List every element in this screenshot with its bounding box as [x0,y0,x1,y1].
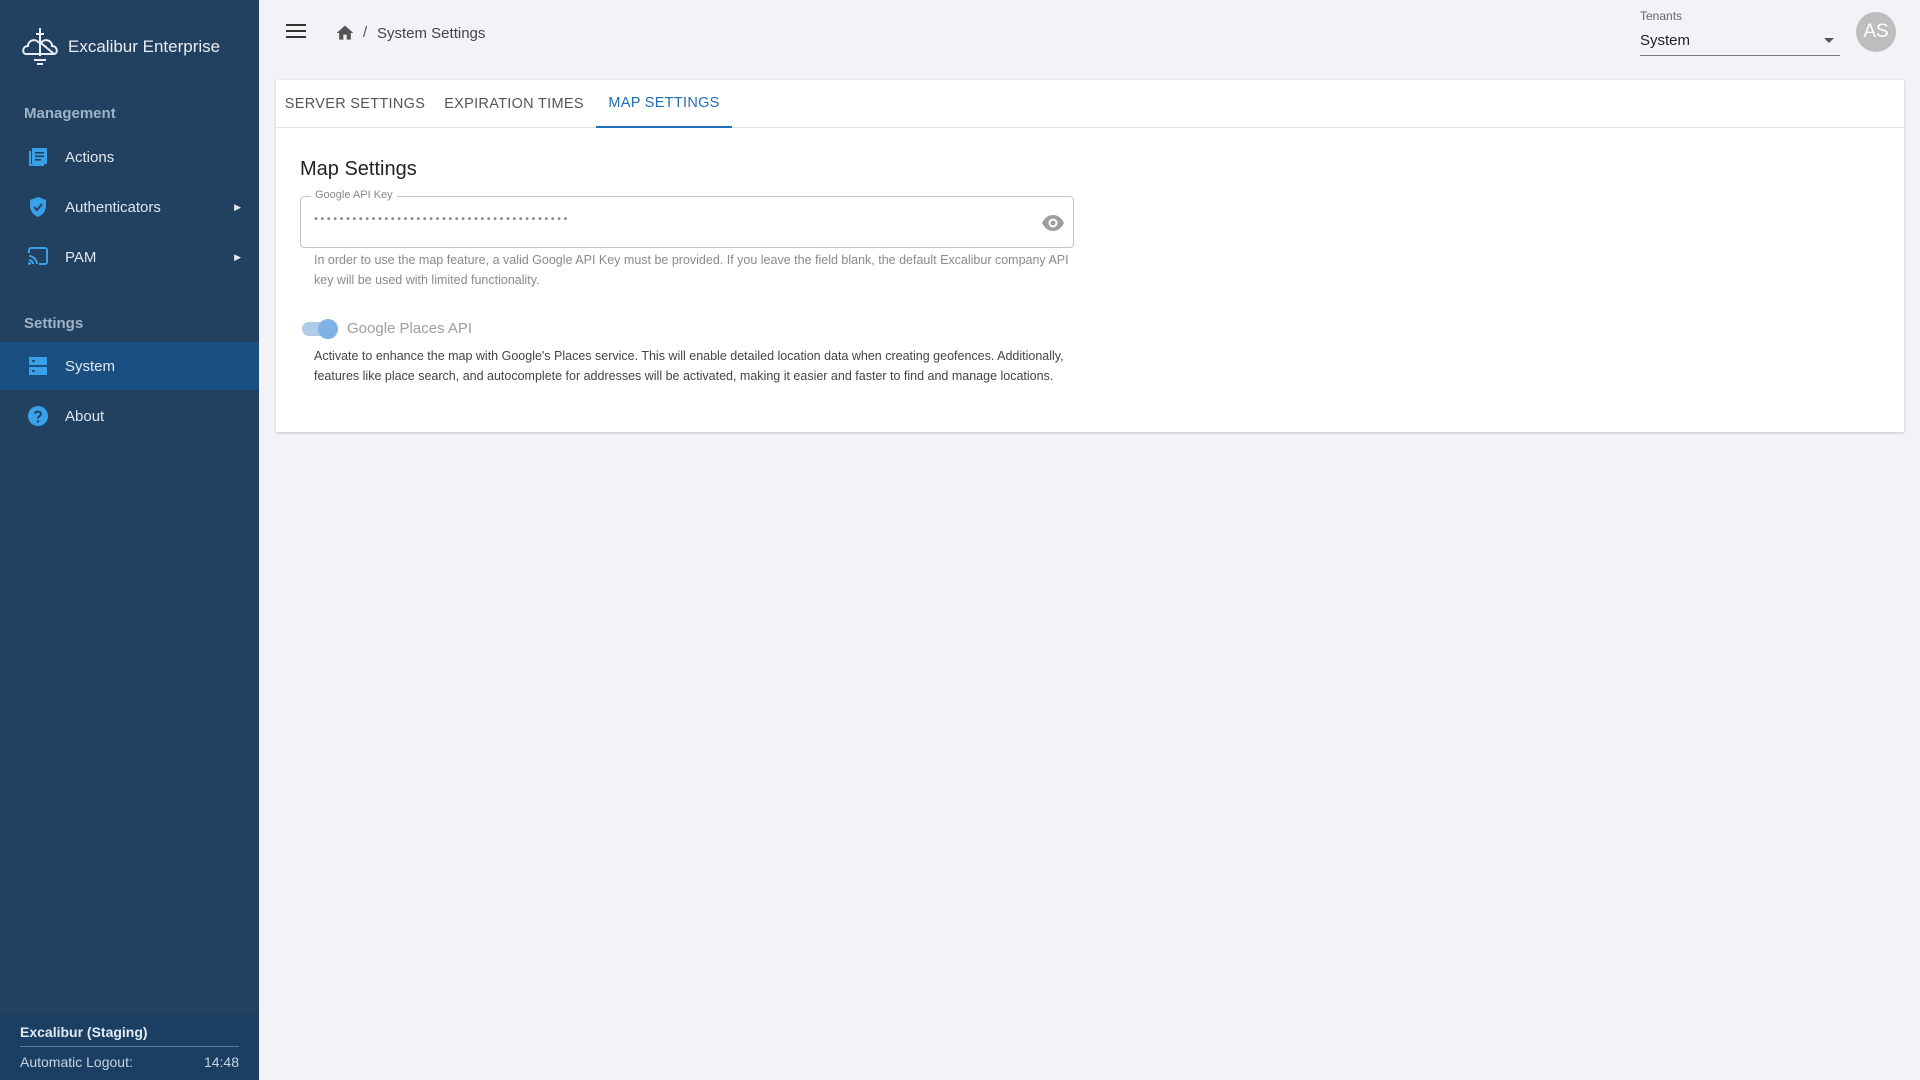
eye-icon[interactable] [1041,212,1065,234]
list-icon [29,148,47,166]
sidebar-item-label: PAM [65,248,97,266]
sidebar-item-label: About [65,407,105,425]
google-api-key-label: Google API Key [311,189,397,201]
toggle-thumb [318,319,338,339]
automatic-logout-label: Automatic Logout: [20,1054,133,1070]
sidebar-item-authenticators[interactable]: Authenticators ▶ [0,183,259,231]
sidebar-item-about[interactable]: About [0,392,259,440]
tenant-label: Tenants [1640,9,1683,23]
menu-icon[interactable] [284,20,308,44]
brand[interactable]: Excalibur Enterprise [20,26,220,68]
sidebar-footer: Excalibur (Staging) Automatic Logout: 14… [0,1014,259,1080]
sidebar-item-actions[interactable]: Actions [0,133,259,181]
settings-section-label: Settings [24,315,84,332]
excalibur-logo-icon [22,28,58,65]
sidebar-item-label: System [65,357,116,375]
server-icon [29,357,47,375]
google-places-toggle[interactable] [300,318,338,339]
caret-down-icon [1824,38,1834,43]
tab-map-settings[interactable]: MAP SETTINGS [596,80,732,128]
breadcrumb-separator: / [363,24,368,41]
tab-server-settings[interactable]: SERVER SETTINGS [276,80,434,128]
expand-arrow-icon: ▶ [234,201,241,212]
tab-expiration-times[interactable]: EXPIRATION TIMES [434,80,594,128]
api-key-helper-text: In order to use the map feature, a valid… [314,253,1069,287]
management-section-label: Management [24,105,116,122]
expand-arrow-icon: ▶ [234,251,241,262]
google-places-description: Activate to enhance the map with Google'… [314,349,1064,383]
help-circle-icon [28,406,48,426]
google-places-label: Google Places API [347,320,473,337]
sidebar-item-label: Actions [65,148,115,166]
sidebar-item-pam[interactable]: PAM ▶ [0,233,259,281]
sidebar: Excalibur Enterprise Management Actions … [0,0,259,1080]
breadcrumb-current: System Settings [377,25,486,42]
tab-bar: SERVER SETTINGS EXPIRATION TIMES MAP SET… [276,80,1904,128]
sidebar-item-system[interactable]: System [0,342,259,390]
settings-card: SERVER SETTINGS EXPIRATION TIMES MAP SET… [276,80,1904,432]
home-icon[interactable] [335,23,355,43]
automatic-logout-time: 14:48 [203,1054,239,1070]
google-api-key-field: Google API Key [300,189,1074,248]
footer-divider [20,1046,239,1047]
tenant-select[interactable]: System [1640,28,1840,56]
tenant-value: System [1640,32,1691,49]
cast-icon [28,247,48,265]
section-title: Map Settings [300,158,417,180]
app-name: Excalibur Enterprise [68,37,221,56]
shield-check-icon [30,197,46,217]
sidebar-item-label: Authenticators [65,198,161,216]
environment-name: Excalibur (Staging) [20,1024,148,1040]
google-api-key-input[interactable] [313,214,1013,225]
avatar[interactable]: AS [1856,12,1896,52]
